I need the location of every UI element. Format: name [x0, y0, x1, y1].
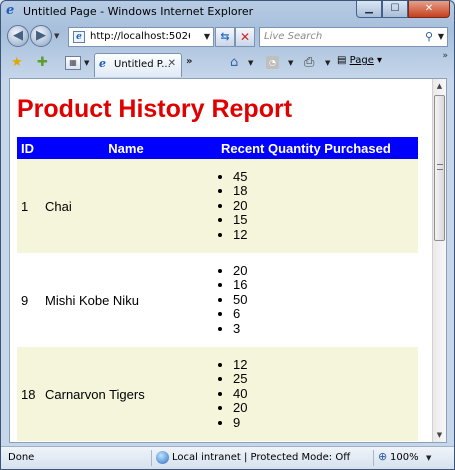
title-bar: e Untitled Page - Windows Internet Explo… — [1, 1, 454, 21]
list-item: 15 — [233, 212, 414, 227]
cell-id: 1 — [17, 159, 41, 253]
add-favorites-icon[interactable]: ✚ — [37, 55, 48, 70]
table-header-row: ID Name Recent Quantity Purchased — [17, 137, 418, 159]
list-item: 45 — [233, 169, 414, 184]
status-divider — [151, 450, 152, 466]
maximize-button[interactable]: ☐ — [382, 1, 408, 18]
scrollbar-thumb[interactable] — [434, 95, 445, 241]
list-item: 25 — [233, 371, 414, 386]
recent-pages-dropdown-icon[interactable]: ▼ — [54, 32, 59, 40]
security-zone-text[interactable]: Local intranet | Protected Mode: Off — [172, 452, 350, 463]
cell-quantities: 12 25 40 20 9 — [211, 347, 418, 441]
print-icon[interactable]: ⎙ — [304, 55, 314, 70]
cell-quantities: 20 16 50 6 3 — [211, 253, 418, 347]
cell-name: Chai — [41, 159, 211, 253]
ie-logo-icon: e — [6, 3, 15, 18]
intranet-zone-icon — [156, 451, 169, 464]
feeds-dropdown-icon[interactable]: ▼ — [288, 59, 293, 67]
search-icon[interactable]: ⚲ — [425, 30, 433, 43]
print-dropdown-icon[interactable]: ▼ — [325, 59, 330, 67]
minimize-button[interactable]: ▁ — [356, 1, 382, 18]
page-icon: e — [73, 31, 85, 43]
quick-tabs-icon[interactable]: ▦ — [65, 56, 81, 70]
cell-name: Mishi Kobe Niku — [41, 253, 211, 347]
zoom-icon[interactable]: ⊕ — [378, 450, 387, 463]
close-button[interactable]: ✕ — [408, 1, 450, 18]
search-input[interactable]: Live Search — [264, 31, 322, 42]
command-bar: ★ ✚ ▦ ▼ e Untitled P... ✕ » ⌂ ▼ ◔ ▼ ⎙ ▼ … — [1, 51, 454, 77]
list-item: 40 — [233, 386, 414, 401]
list-item: 50 — [233, 292, 414, 307]
address-bar[interactable]: e http://localhost:50265/D ▼ — [68, 27, 214, 47]
column-header-id: ID — [17, 137, 41, 159]
favorites-star-icon[interactable]: ★ — [11, 55, 23, 70]
navigation-bar: ◀ ▶ ▼ e http://localhost:50265/D ▼ ⇆ ✕ L… — [1, 23, 454, 51]
quantity-list: 12 25 40 20 9 — [215, 357, 414, 430]
zoom-level[interactable]: 100% — [390, 452, 419, 463]
refresh-button[interactable]: ⇆ — [215, 27, 235, 47]
list-item: 12 — [233, 227, 414, 242]
toolbar-overflow-icon[interactable]: » — [442, 51, 448, 61]
vertical-scrollbar[interactable]: ▲ ▼ — [432, 79, 446, 442]
tab-close-icon[interactable]: ✕ — [168, 58, 176, 69]
status-divider — [373, 450, 374, 466]
cell-name: Carnarvon Tigers — [41, 347, 211, 441]
list-item: 18 — [233, 183, 414, 198]
list-item: 20 — [233, 400, 414, 415]
home-dropdown-icon[interactable]: ▼ — [248, 59, 253, 67]
list-item: 16 — [233, 277, 414, 292]
page-title: Product History Report — [17, 95, 293, 123]
status-text: Done — [8, 452, 35, 463]
list-item: 6 — [233, 306, 414, 321]
quantity-list: 45 18 20 15 12 — [215, 169, 414, 242]
list-item: 20 — [233, 198, 414, 213]
feeds-icon[interactable]: ◔ — [266, 56, 279, 69]
page-menu-button[interactable]: ▤ Page ▾ — [337, 55, 382, 66]
stop-icon: ✕ — [239, 30, 251, 44]
column-header-name: Name — [41, 137, 211, 159]
home-icon[interactable]: ⌂ — [230, 55, 238, 70]
browser-window: e Untitled Page - Windows Internet Explo… — [0, 0, 455, 470]
table-row: 18 Carnarvon Tigers 12 25 40 20 9 — [17, 347, 418, 441]
list-item: 3 — [233, 321, 414, 336]
back-button[interactable]: ◀ — [7, 25, 29, 47]
forward-button[interactable]: ▶ — [30, 25, 52, 47]
address-input[interactable]: http://localhost:50265/D — [90, 31, 190, 42]
cell-id: 18 — [17, 347, 41, 441]
stop-button[interactable]: ✕ — [235, 27, 255, 47]
scroll-up-icon[interactable]: ▲ — [433, 79, 446, 93]
window-title: Untitled Page - Windows Internet Explore… — [23, 5, 254, 18]
search-box[interactable]: Live Search ⚲ ▼ — [259, 27, 448, 47]
refresh-icon: ⇆ — [220, 30, 230, 43]
window-controls: ▁ ☐ ✕ — [356, 1, 450, 18]
page-menu-label: Page — [349, 55, 374, 66]
product-history-table: ID Name Recent Quantity Purchased 1 Chai… — [17, 137, 418, 441]
scroll-grip-icon — [437, 164, 443, 170]
page-menu-icon: ▤ — [337, 55, 347, 66]
more-tabs-chevron-icon[interactable]: » — [186, 56, 200, 72]
address-dropdown-icon[interactable]: ▼ — [204, 32, 210, 41]
tab-page-icon: e — [99, 57, 106, 70]
column-header-quantity: Recent Quantity Purchased — [211, 137, 418, 159]
content-area: Product History Report ID Name Recent Qu… — [9, 78, 447, 443]
tab-label: Untitled P... — [114, 59, 171, 70]
search-options-dropdown-icon[interactable]: ▼ — [438, 32, 444, 41]
cell-id: 9 — [17, 253, 41, 347]
status-bar: Done Local intranet | Protected Mode: Of… — [1, 446, 454, 469]
table-row: 9 Mishi Kobe Niku 20 16 50 6 3 — [17, 253, 418, 347]
list-item: 9 — [233, 415, 414, 430]
zoom-dropdown-icon[interactable]: ▼ — [426, 454, 431, 462]
list-item: 20 — [233, 263, 414, 278]
scroll-down-icon[interactable]: ▼ — [433, 428, 446, 442]
tab-untitled-page[interactable]: e Untitled P... ✕ — [94, 53, 182, 77]
table-row: 1 Chai 45 18 20 15 12 — [17, 159, 418, 253]
tab-list-dropdown-icon[interactable]: ▼ — [84, 59, 89, 67]
quantity-list: 20 16 50 6 3 — [215, 263, 414, 336]
cell-quantities: 45 18 20 15 12 — [211, 159, 418, 253]
list-item: 12 — [233, 357, 414, 372]
